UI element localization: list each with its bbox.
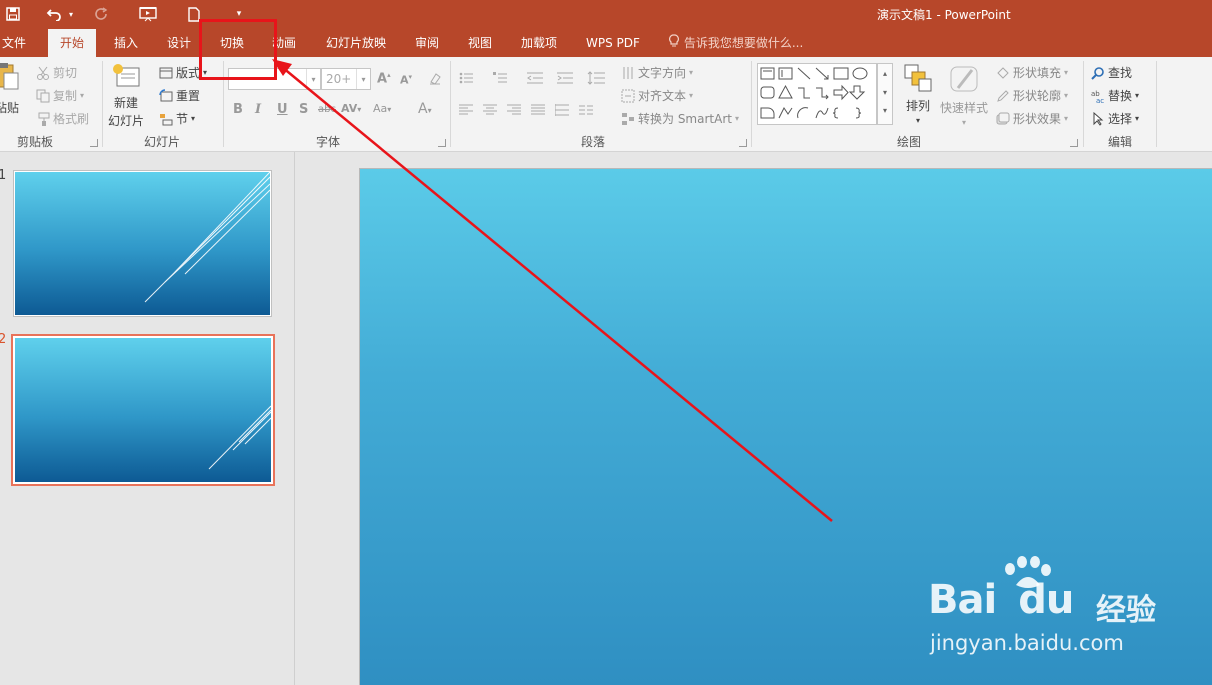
annotation-arrow (272, 59, 833, 522)
